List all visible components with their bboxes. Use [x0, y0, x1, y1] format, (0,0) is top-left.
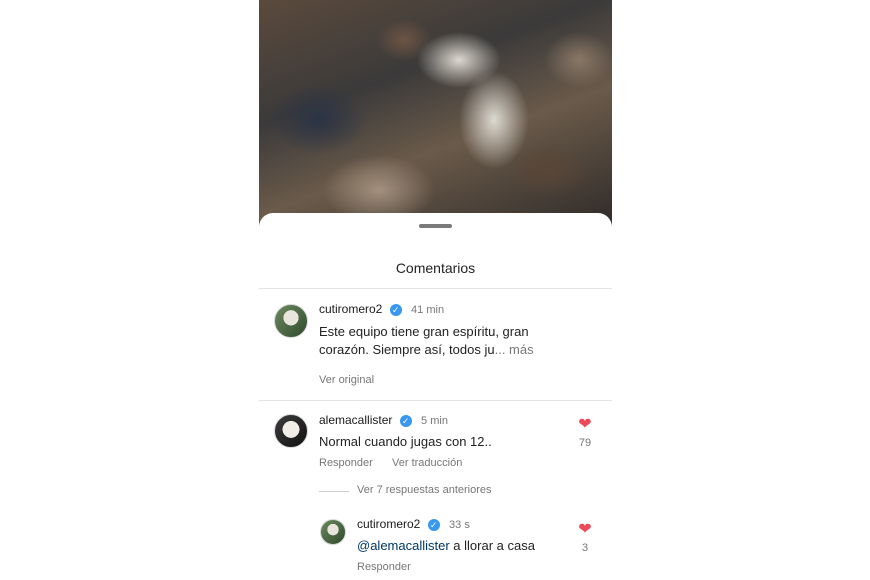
caption-line-2: corazón. Siempre así, todos ju... más — [319, 341, 534, 359]
reply-header: cutiromero2 ✓ 33 s — [357, 517, 470, 531]
caption-header: cutiromero2 ✓ 41 min — [319, 302, 444, 316]
heart-icon[interactable]: ❤ — [577, 522, 593, 538]
heart-icon[interactable]: ❤ — [577, 417, 593, 433]
avatar-cutiromero2-reply[interactable] — [320, 519, 346, 545]
replies-line — [319, 491, 349, 492]
comment-username[interactable]: alemacallister — [319, 413, 392, 427]
caption-text: Este equipo tiene gran espíritu, gran co… — [319, 323, 534, 359]
see-translation-link[interactable]: Ver traducción — [392, 457, 462, 469]
verified-icon: ✓ — [389, 303, 402, 316]
phone-screen: Comentarios cutiromero2 ✓ 41 min Este eq… — [259, 0, 612, 580]
sheet-title: Comentarios — [395, 260, 476, 276]
comments-sheet: Comentarios cutiromero2 ✓ 41 min Este eq… — [259, 213, 612, 580]
avatar-alemacallister[interactable] — [274, 414, 308, 448]
comment-reply-button[interactable]: Responder — [319, 457, 373, 469]
caption-line-1: Este equipo tiene gran espíritu, gran — [319, 324, 529, 339]
caption-time: 41 min — [411, 304, 445, 316]
reply-username[interactable]: cutiromero2 — [357, 517, 420, 531]
mention-link[interactable]: @alemacallister — [357, 538, 450, 553]
comment-header: alemacallister ✓ 5 min — [319, 413, 448, 427]
post-photo[interactable] — [259, 0, 612, 230]
reply-text-body: a llorar a casa — [449, 538, 535, 553]
caption-line-2-text: corazón. Siempre así, todos ju — [319, 342, 495, 357]
avatar-cutiromero2[interactable] — [274, 304, 308, 338]
more-link[interactable]: ... más — [495, 342, 534, 357]
caption-username[interactable]: cutiromero2 — [319, 302, 382, 316]
reply-like-count: 3 — [581, 542, 589, 554]
verified-icon: ✓ — [427, 518, 440, 531]
reply-reply-button[interactable]: Responder — [357, 561, 411, 573]
comment-time: 5 min — [421, 415, 448, 427]
reply-time: 33 s — [449, 519, 470, 531]
see-original-link[interactable]: Ver original — [319, 374, 374, 386]
caption-divider — [259, 400, 612, 401]
header-divider — [259, 288, 612, 289]
comment-text: Normal cuando jugas con 12.. — [319, 434, 492, 449]
verified-icon: ✓ — [399, 414, 412, 427]
drag-handle[interactable] — [419, 224, 452, 228]
reply-text: @alemacallister a llorar a casa — [357, 537, 535, 555]
comment-like-count: 79 — [578, 437, 592, 449]
view-previous-replies[interactable]: Ver 7 respuestas anteriores — [357, 484, 492, 496]
